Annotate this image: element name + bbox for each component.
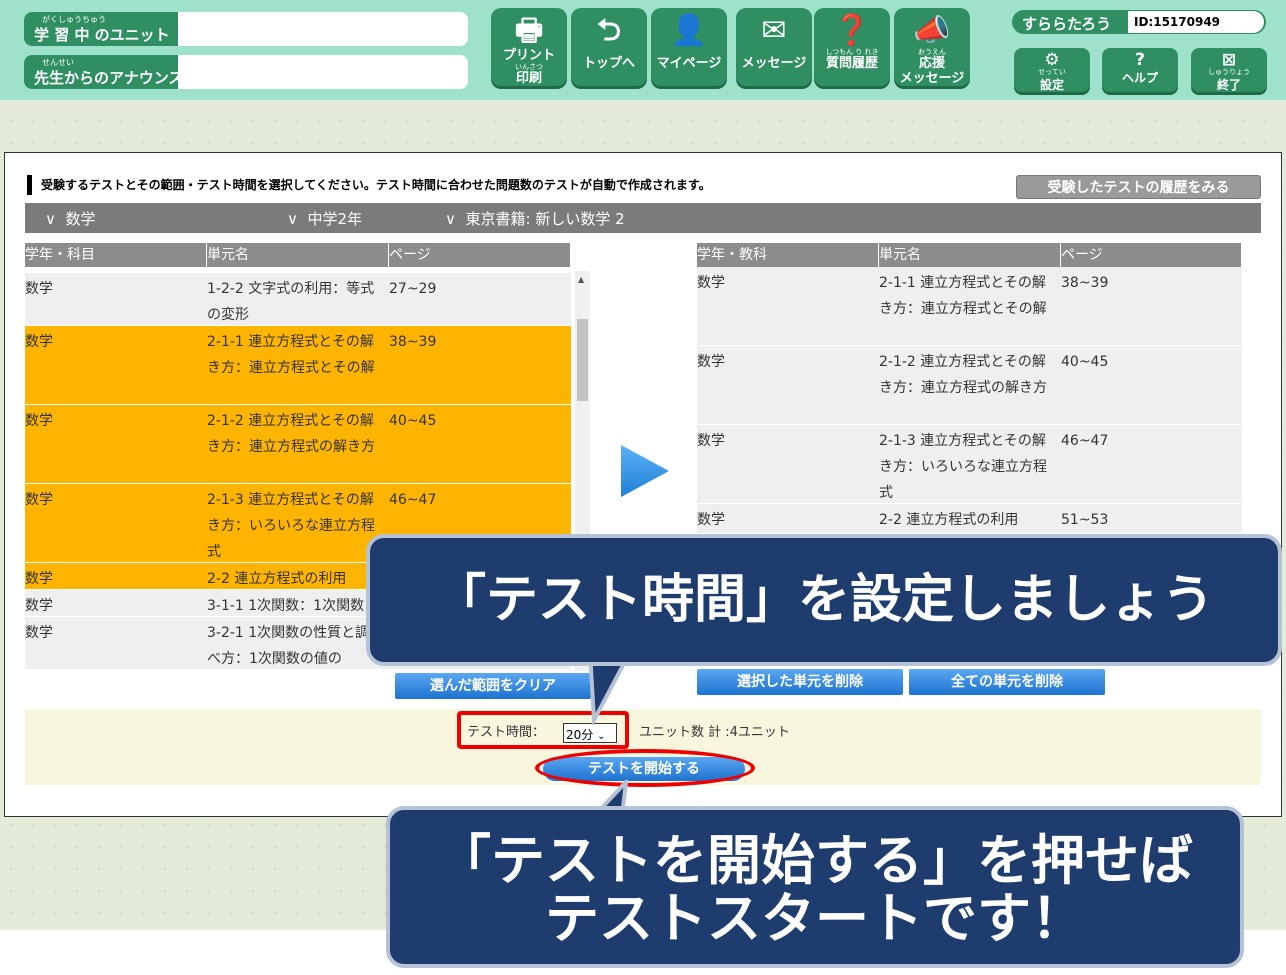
top-header: がくしゅうちゅう学 習 中 のユニット せんせい先生からのアナウンス 🖶 プリン… <box>0 0 1286 100</box>
table-cell: 数学 <box>697 354 725 370</box>
user-id: ID:15170949 <box>1128 11 1264 33</box>
table-cell: 数学 <box>25 625 53 641</box>
table-row[interactable]: 数学 2-1-1 連立方程式とその解き方：連立方程式とその解 38~39 <box>697 267 1242 346</box>
table-cell: 2-1-1 連立方程式とその解き方：連立方程式とその解 <box>879 275 1047 317</box>
highlight-oval <box>535 749 755 787</box>
table-row[interactable]: 数学 2-2 連立方程式の利用 51~53 <box>697 504 1242 533</box>
subject-dropdown[interactable]: ∨ 数学 <box>45 208 96 229</box>
delete-selected-units-button[interactable]: 選択した単元を削除 <box>697 669 903 695</box>
test-history-button[interactable]: 受験したテストの履歴をみる <box>1016 175 1261 199</box>
scroll-up-icon[interactable]: ▲ <box>578 275 584 284</box>
megaphone-icon: 📣 <box>913 13 951 48</box>
table-row[interactable]: 数学 1-2-2 文字式の利用：等式の変形 27~29 <box>25 273 571 326</box>
top-button[interactable]: ⮌ トップへ <box>571 8 647 86</box>
callout-line: 「テストを開始する」を押せば <box>437 829 1193 892</box>
unit-count: ユニット数 計 :4ユニット <box>639 725 790 740</box>
close-icon: ⊠ <box>1221 50 1237 70</box>
clear-range-button[interactable]: 選んだ範囲をクリア <box>395 673 591 699</box>
table-cell: 数学 <box>25 492 53 508</box>
table-cell: 2-2 連立方程式の利用 <box>879 512 1019 528</box>
delete-all-units-button[interactable]: 全ての単元を削除 <box>909 669 1105 695</box>
chevron-down-icon: ∨ <box>45 210 56 228</box>
table-cell: 3-2-1 1次関数の性質と調べ方：1次関数の値の <box>207 625 370 667</box>
return-arrow-icon: ⮌ <box>596 13 622 48</box>
table-cell: 2-1-3 連立方程式とその解き方：いろいろな連立方程式 <box>879 433 1047 501</box>
column-header: 単元名 <box>207 243 389 267</box>
message-button[interactable]: ✉ メッセージ <box>736 8 812 86</box>
table-cell: 数学 <box>697 433 725 449</box>
person-icon: 👤 <box>670 13 708 48</box>
table-row[interactable]: 数学 2-1-3 連立方程式とその解き方：いろいろな連立方程式 46~47 <box>697 425 1242 504</box>
table-cell: 1-2-2 文字式の利用：等式の変形 <box>207 281 375 323</box>
table-cell: 数学 <box>25 413 53 429</box>
callout-set-test-time: 「テスト時間」を設定しましょう <box>366 534 1282 666</box>
callout-start-test: 「テストを開始する」を押せば テストスタートです！ <box>386 806 1244 968</box>
table-row[interactable]: 数学 2-1-2 連立方程式とその解き方：連立方程式の解き方 40~45 <box>697 346 1242 425</box>
table-cell: 数学 <box>25 571 53 587</box>
table-row[interactable]: 数学 2-1-2 連立方程式とその解き方：連立方程式の解き方 40~45 <box>25 405 571 484</box>
mypage-button[interactable]: 👤 マイページ <box>651 8 727 86</box>
column-header: 学年・科目 <box>25 243 207 267</box>
scrollbar-thumb[interactable] <box>577 319 588 401</box>
table-cell: 2-1-1 連立方程式とその解き方：連立方程式とその解 <box>207 334 375 376</box>
table-row[interactable]: 数学 2-1-1 連立方程式とその解き方：連立方程式とその解 38~39 <box>25 326 571 405</box>
table-cell: 46~47 <box>1061 433 1109 449</box>
help-button[interactable]: ? ヘルプ <box>1102 48 1178 92</box>
help-icon: ? <box>1135 50 1145 70</box>
callout-line: テストスタートです！ <box>545 887 1085 950</box>
play-arrow-icon <box>621 445 669 497</box>
question-history-button[interactable]: ❓ しつもん り れき 質問履歴 <box>814 8 890 86</box>
exit-button[interactable]: ⊠ しゅうりょう 終了 <box>1191 48 1267 92</box>
chevron-down-icon: ∨ <box>287 210 298 228</box>
table-cell: 数学 <box>25 281 53 297</box>
table-cell: 2-1-3 連立方程式とその解き方：いろいろな連立方程式 <box>207 492 375 560</box>
table-cell: 数学 <box>697 512 725 528</box>
column-header: 学年・教科 <box>697 243 879 267</box>
table-cell: 27~29 <box>389 281 437 297</box>
unit-label-ruby: がくしゅうちゅう <box>42 15 106 24</box>
envelope-icon: ✉ <box>761 13 787 48</box>
column-header: ページ <box>389 243 571 267</box>
table-cell: 51~53 <box>1061 512 1109 528</box>
printer-icon: 🖶 <box>514 13 544 48</box>
grade-dropdown[interactable]: ∨ 中学2年 <box>287 208 362 229</box>
table-cell: 40~45 <box>1061 354 1109 370</box>
table-cell: 2-1-2 連立方程式とその解き方：連立方程式の解き方 <box>207 413 375 455</box>
table-cell: 数学 <box>25 598 53 614</box>
cheer-message-button[interactable]: 📣 おうえん 応援 メッセージ <box>894 8 970 86</box>
table-cell: 40~45 <box>389 413 437 429</box>
chevron-down-icon: ∨ <box>445 210 456 228</box>
textbook-dropdown[interactable]: ∨ 東京書籍: 新しい数学 2 <box>445 208 625 229</box>
print-button[interactable]: 🖶 プリント いんさつ 印刷 <box>491 8 567 86</box>
table-cell: 3-1-1 1次関数：1次関数 <box>207 598 365 614</box>
table-cell: 数学 <box>25 334 53 350</box>
announcement-label: 先生からのアナウンス <box>34 69 184 87</box>
gear-icon: ⚙ <box>1044 50 1060 70</box>
table-cell: 38~39 <box>389 334 437 350</box>
announcement-field: せんせい先生からのアナウンス <box>24 55 468 89</box>
table-cell: 46~47 <box>389 492 437 508</box>
current-unit-label: 学 習 中 のユニット <box>34 26 170 44</box>
announce-label-ruby: せんせい <box>42 58 74 67</box>
current-unit-field: がくしゅうちゅう学 習 中 のユニット <box>24 12 468 46</box>
selected-units-table: 学年・教科 単元名 ページ 数学 2-1-1 連立方程式とその解き方：連立方程式と… <box>697 243 1242 533</box>
filter-bar: ∨ 数学 ∨ 中学2年 ∨ 東京書籍: 新しい数学 2 <box>25 203 1261 233</box>
column-header: 単元名 <box>879 243 1061 267</box>
column-header: ページ <box>1061 243 1242 267</box>
table-cell: 数学 <box>697 275 725 291</box>
table-cell: 38~39 <box>1061 275 1109 291</box>
table-cell: 2-2 連立方程式の利用 <box>207 571 347 587</box>
table-cell: 2-1-2 連立方程式とその解き方：連立方程式の解き方 <box>879 354 1047 396</box>
settings-button[interactable]: ⚙ せってい 設定 <box>1014 48 1090 92</box>
question-bubble-icon: ❓ <box>833 13 871 48</box>
instruction-text: 受験するテストとその範囲・テスト時間を選択してください。テスト時間に合わせた問題… <box>27 175 711 195</box>
